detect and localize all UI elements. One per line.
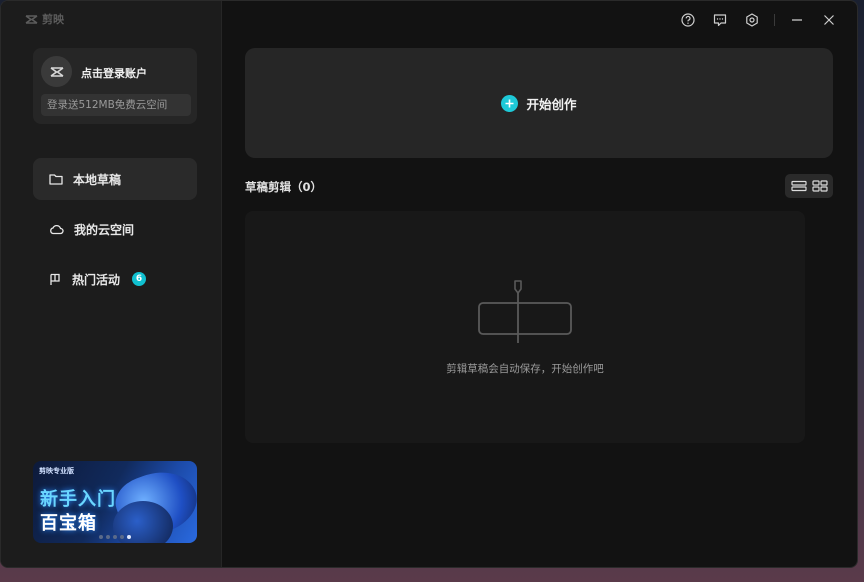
view-mode-toggle <box>785 174 833 198</box>
cloud-promo-label: 登录送512MB免费云空间 <box>41 94 191 116</box>
close-button[interactable] <box>813 11 845 29</box>
banner-pagination[interactable] <box>99 535 131 539</box>
app-window: 剪映 点击登录账户 登录送512MB免费云空间 本地草稿 我的云空间 热门活动 … <box>0 0 858 568</box>
settings-icon <box>746 13 758 27</box>
sidebar-item-cloud-space[interactable]: 我的云空间 <box>33 208 197 250</box>
banner-title: 新手入门 <box>40 489 116 510</box>
cloud-icon <box>50 224 64 235</box>
drafts-empty-state: 剪辑草稿会自动保存，开始创作吧 <box>245 211 805 443</box>
folder-icon <box>49 174 63 185</box>
flag-icon <box>50 273 60 285</box>
promo-banner[interactable]: 剪映专业版 新手入门 百宝箱 <box>33 461 197 543</box>
sidebar-item-local-drafts[interactable]: 本地草稿 <box>33 158 197 200</box>
sidebar-item-label: 热门活动 <box>72 272 121 287</box>
pagination-dot[interactable] <box>99 535 103 539</box>
start-creation-button[interactable]: 开始创作 <box>245 48 833 158</box>
drafts-section-title: 草稿剪辑（0） <box>245 180 323 194</box>
sidebar-item-label: 我的云空间 <box>74 222 135 237</box>
settings-button[interactable] <box>736 11 768 29</box>
help-icon <box>681 13 695 27</box>
close-icon <box>824 15 834 25</box>
feedback-button[interactable] <box>704 11 736 29</box>
help-button[interactable] <box>672 11 704 29</box>
empty-timeline-icon <box>478 280 572 343</box>
app-name: 剪映 <box>42 13 64 26</box>
sidebar-item-label: 本地草稿 <box>73 172 122 187</box>
pagination-dot[interactable] <box>106 535 110 539</box>
start-creation-label: 开始创作 <box>526 96 577 112</box>
banner-subtitle: 百宝箱 <box>40 513 97 534</box>
titlebar-controls <box>672 11 845 29</box>
pagination-dot[interactable] <box>120 535 124 539</box>
capcut-logo-icon <box>50 66 63 77</box>
app-logo: 剪映 <box>25 11 64 27</box>
sidebar-item-hot-events[interactable]: 热门活动 6 <box>33 258 197 300</box>
empty-state-message: 剪辑草稿会自动保存，开始创作吧 <box>446 363 604 375</box>
list-view-button[interactable] <box>790 180 807 192</box>
grid-view-button[interactable] <box>811 180 828 192</box>
list-view-icon <box>790 180 807 192</box>
account-card[interactable]: 点击登录账户 登录送512MB免费云空间 <box>33 48 197 124</box>
minimize-icon <box>792 19 802 21</box>
pagination-dot-active[interactable] <box>127 535 131 539</box>
pagination-dot[interactable] <box>113 535 117 539</box>
capcut-logo-icon <box>25 14 38 24</box>
sidebar: 剪映 点击登录账户 登录送512MB免费云空间 本地草稿 我的云空间 热门活动 … <box>1 1 222 567</box>
plus-icon <box>501 94 519 112</box>
login-link[interactable]: 点击登录账户 <box>81 65 147 81</box>
grid-view-icon <box>811 180 828 192</box>
avatar[interactable] <box>41 56 72 87</box>
banner-brand: 剪映专业版 <box>39 467 74 475</box>
titlebar-divider <box>774 14 775 26</box>
notification-badge: 6 <box>132 272 147 286</box>
minimize-button[interactable] <box>781 11 813 29</box>
feedback-icon <box>713 14 727 27</box>
